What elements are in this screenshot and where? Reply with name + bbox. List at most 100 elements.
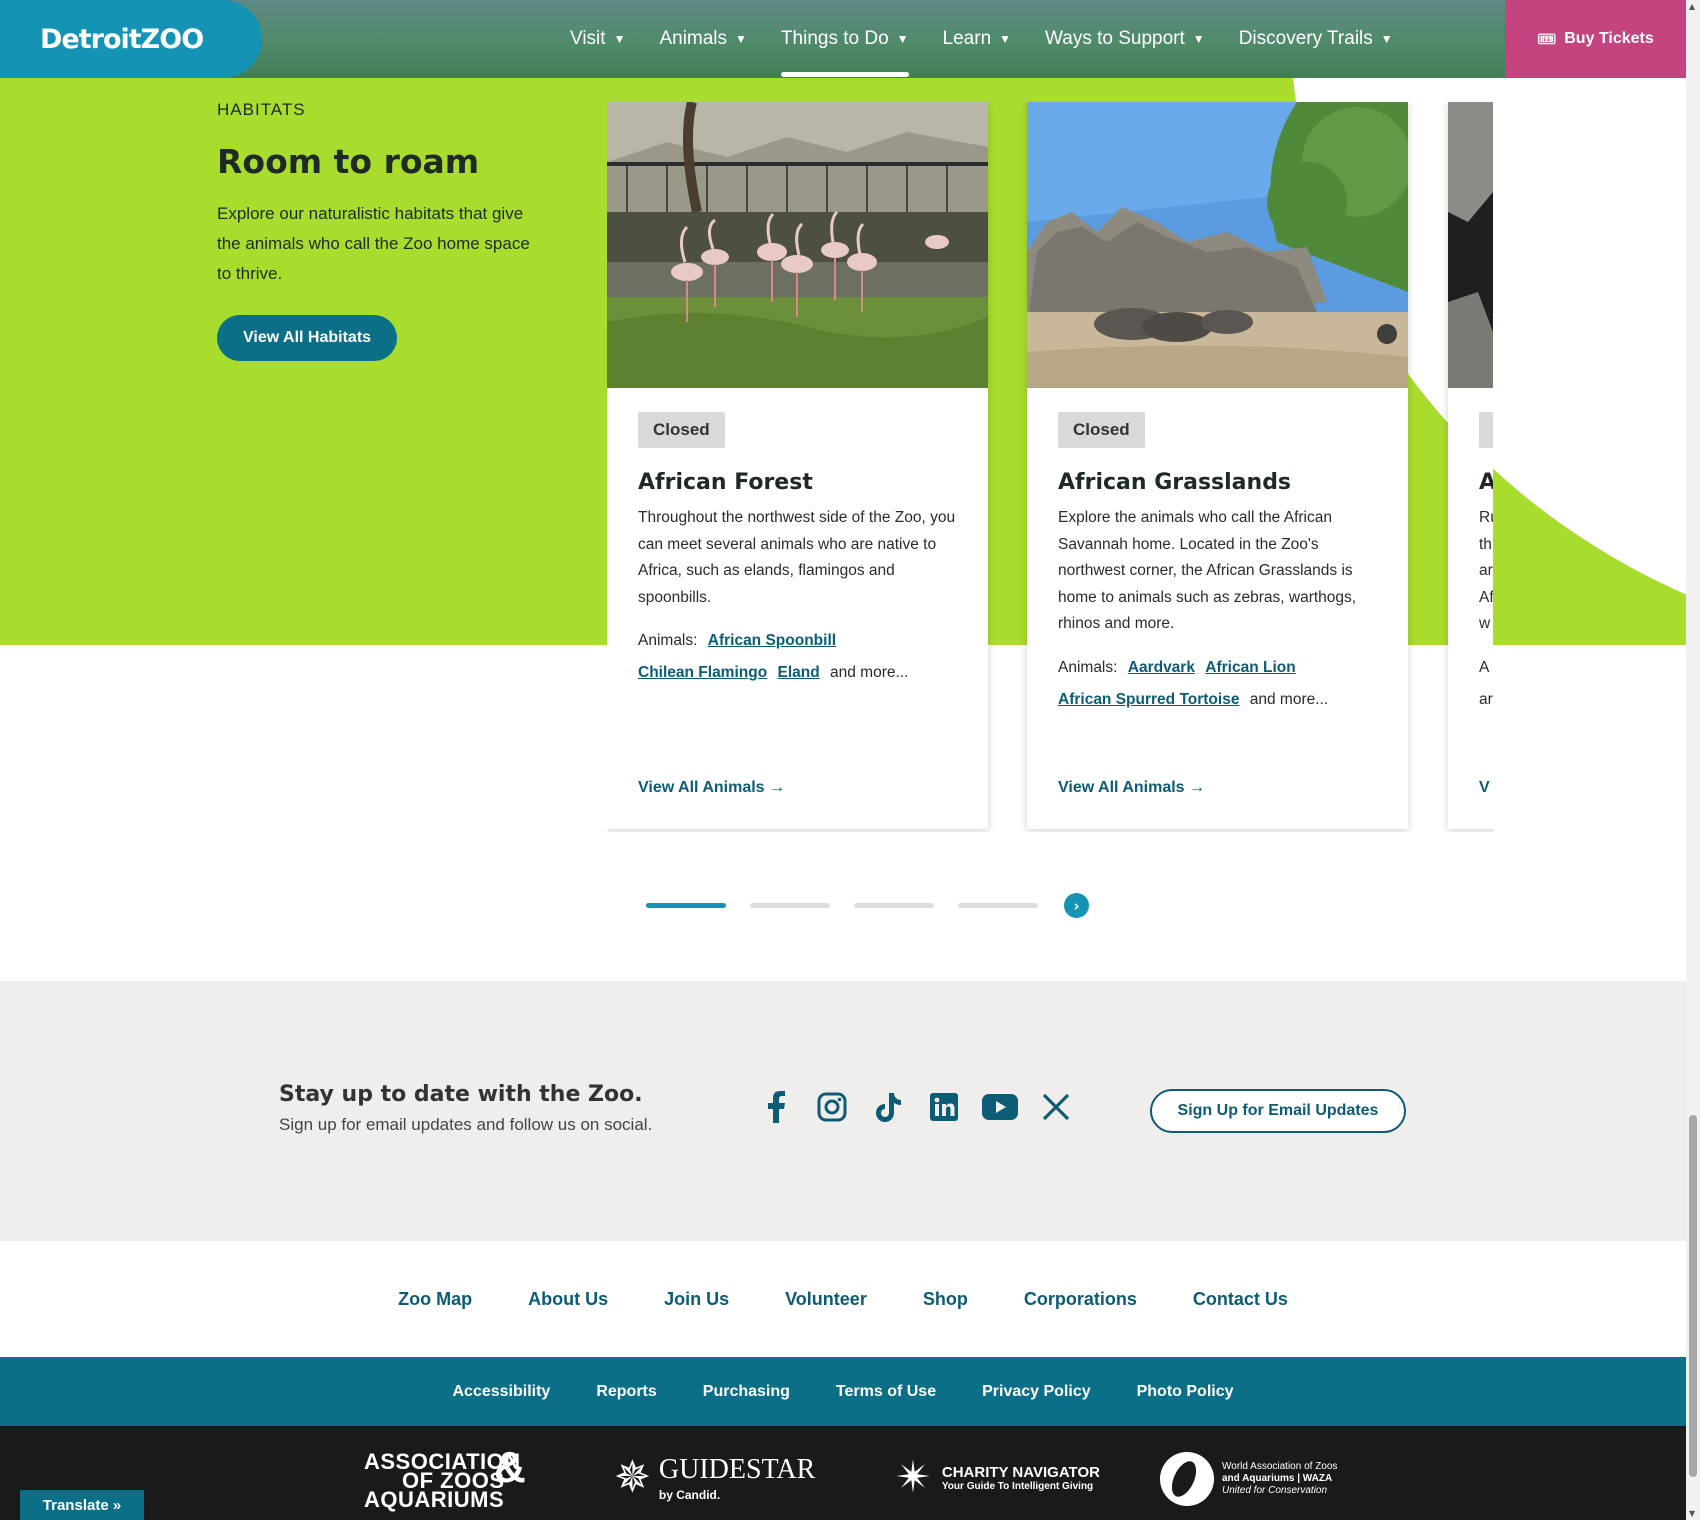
animals-label: Animals: — [638, 632, 698, 649]
footer-link-join-us[interactable]: Join Us — [664, 1289, 729, 1310]
footer-link-about-us[interactable]: About Us — [528, 1289, 608, 1310]
card-title: African Grasslands — [1058, 470, 1292, 495]
animal-link[interactable]: Chilean Flamingo — [638, 664, 767, 681]
carousel-dot[interactable] — [958, 903, 1038, 908]
nav-item-discovery-trails[interactable]: Discovery Trails ▼ — [1239, 0, 1393, 78]
guidestar-logo[interactable]: ✵ GUIDESTAR by Candid. — [614, 1452, 815, 1503]
instagram-icon[interactable] — [814, 1089, 850, 1125]
view-all-animals-link[interactable]: V — [1479, 779, 1490, 797]
site-header: DetroitZOO Visit ▼ Animals ▼ Things to Do ▼… — [0, 0, 1686, 78]
card-description: Ru th ar Af w — [1479, 509, 1493, 632]
legal-link-reports[interactable]: Reports — [596, 1383, 656, 1401]
view-all-animals-link[interactable]: View All Animals → — [638, 779, 785, 797]
scroll-down-icon[interactable]: ▼ — [1689, 1509, 1695, 1518]
status-badge: Closed — [1058, 412, 1145, 448]
footer-nav: Zoo Map About Us Join Us Volunteer Shop … — [0, 1241, 1686, 1357]
newsletter-subtitle: Sign up for email updates and follow us … — [279, 1115, 653, 1134]
card-title: African Forest — [638, 470, 813, 495]
card-title: A — [1479, 470, 1493, 495]
nav-item-learn[interactable]: Learn ▼ — [943, 0, 1012, 78]
footer-link-shop[interactable]: Shop — [923, 1289, 968, 1310]
legal-link-privacy-policy[interactable]: Privacy Policy — [982, 1383, 1091, 1401]
chevron-right-icon[interactable]: › — [1064, 893, 1089, 918]
main-nav: Visit ▼ Animals ▼ Things to Do ▼ Learn ▼ Way… — [570, 0, 1427, 78]
status-badge: Closed — [638, 412, 725, 448]
nav-item-visit[interactable]: Visit ▼ — [570, 0, 625, 78]
buy-tickets-button[interactable]: 🎟 Buy Tickets — [1505, 0, 1686, 78]
nav-item-ways-to-support[interactable]: Ways to Support ▼ — [1045, 0, 1205, 78]
waza-emblem-icon — [1160, 1452, 1214, 1506]
newsletter-text: Stay up to date with the Zoo. Sign up fo… — [279, 1082, 652, 1135]
legal-link-accessibility[interactable]: Accessibility — [452, 1383, 550, 1401]
carousel-dot[interactable] — [854, 903, 934, 908]
legal-link-terms-of-use[interactable]: Terms of Use — [836, 1383, 936, 1401]
status-badge — [1479, 412, 1493, 448]
animal-link[interactable]: African Lion — [1205, 659, 1295, 676]
carousel-dot[interactable] — [750, 903, 830, 908]
animal-link[interactable]: Eland — [778, 664, 820, 681]
section-description: Explore our naturalistic habitats that g… — [217, 204, 530, 283]
youtube-icon[interactable] — [982, 1089, 1018, 1125]
animal-links: Animals: Aardvark African Lion African S… — [1058, 652, 1377, 716]
caret-down-icon: ▼ — [896, 32, 909, 46]
animal-link[interactable]: African Spoonbill — [708, 632, 836, 649]
habitat-carousel: Closed African Forest Throughout the nor… — [607, 102, 1493, 832]
flamingo-photo — [607, 102, 988, 388]
aza-logo[interactable]: ASSOCIATION OF ZOOS AQUARIUMS & — [364, 1446, 526, 1511]
facebook-icon[interactable] — [758, 1089, 794, 1125]
carousel-pagination: › — [646, 893, 1089, 918]
habitat-card-african-grasslands[interactable]: Closed African Grasslands Explore the an… — [1027, 102, 1408, 829]
view-all-animals-link[interactable]: View All Animals → — [1058, 779, 1205, 797]
waza-logo[interactable]: World Association of Zoos and Aquariums … — [1160, 1452, 1337, 1506]
card-body: A Ru th ar Af w A ar V — [1448, 388, 1493, 829]
partner-logos: ASSOCIATION OF ZOOS AQUARIUMS & ✵ GUIDES… — [0, 1426, 1686, 1520]
footer-link-corporations[interactable]: Corporations — [1024, 1289, 1137, 1310]
card-description: Explore the animals who call the African… — [1058, 509, 1357, 632]
footer-link-zoo-map[interactable]: Zoo Map — [398, 1289, 472, 1310]
view-all-habitats-button[interactable]: View All Habitats — [217, 315, 398, 361]
newsletter-title: Stay up to date with the Zoo. — [279, 1082, 643, 1107]
caret-down-icon: ▼ — [613, 32, 626, 46]
legal-link-purchasing[interactable]: Purchasing — [703, 1383, 790, 1401]
logo-text: DetroitZOO — [40, 23, 204, 55]
card-description: Throughout the northwest side of the Zoo… — [638, 509, 956, 606]
habitat-card-partial[interactable]: A Ru th ar Af w A ar V — [1448, 102, 1493, 829]
footer-link-volunteer[interactable]: Volunteer — [785, 1289, 867, 1310]
translate-button[interactable]: Translate » — [20, 1490, 144, 1520]
caret-down-icon: ▼ — [735, 32, 747, 46]
logo[interactable]: DetroitZOO — [0, 0, 262, 78]
animals-label: Animals: — [1058, 658, 1118, 676]
email-signup-button[interactable]: Sign Up for Email Updates — [1150, 1089, 1406, 1133]
animal-links: A ar — [1479, 658, 1493, 708]
footer-link-contact-us[interactable]: Contact Us — [1193, 1289, 1288, 1310]
scrollbar[interactable]: ▲ ▼ — [1686, 0, 1700, 1520]
card-body: Closed African Grasslands Explore the an… — [1027, 388, 1408, 829]
legal-link-photo-policy[interactable]: Photo Policy — [1137, 1383, 1234, 1401]
animal-link[interactable]: Aardvark — [1128, 659, 1195, 676]
arrow-right-icon: → — [1189, 779, 1206, 796]
social-links — [758, 1089, 1094, 1125]
newsletter-section: Stay up to date with the Zoo. Sign up fo… — [0, 981, 1686, 1241]
nav-item-things-to-do[interactable]: Things to Do ▼ — [780, 0, 909, 78]
nav-item-animals[interactable]: Animals ▼ — [659, 0, 746, 78]
more-text: and more... — [830, 664, 909, 681]
animal-link[interactable]: African Spurred Tortoise — [1058, 691, 1239, 708]
tiktok-icon[interactable] — [870, 1089, 906, 1125]
habitat-card-african-forest[interactable]: Closed African Forest Throughout the nor… — [607, 102, 988, 829]
caret-down-icon: ▼ — [999, 32, 1012, 46]
section-title: Room to roam — [217, 142, 480, 181]
charity-navigator-logo[interactable]: ✴ CHARITY NAVIGATOR Your Guide To Intell… — [895, 1452, 1100, 1503]
linkedin-icon[interactable] — [926, 1089, 962, 1125]
star-icon: ✵ — [614, 1453, 651, 1502]
animal-links: Animals: African Spoonbill Chilean Flami… — [638, 625, 957, 689]
x-icon[interactable] — [1038, 1089, 1074, 1125]
scroll-up-icon[interactable]: ▲ — [1689, 2, 1695, 11]
ticket-icon: 🎟 — [1537, 31, 1557, 48]
carousel-dot[interactable] — [646, 903, 726, 908]
caret-down-icon: ▼ — [1192, 32, 1205, 46]
scrollbar-thumb[interactable] — [1689, 1115, 1697, 1477]
section-eyebrow: HABITATS — [217, 100, 306, 119]
habitat-photo — [1448, 102, 1493, 388]
arrow-right-icon: → — [769, 779, 786, 796]
habitats-intro: HABITATS Room to roam Explore our natura… — [217, 100, 537, 361]
